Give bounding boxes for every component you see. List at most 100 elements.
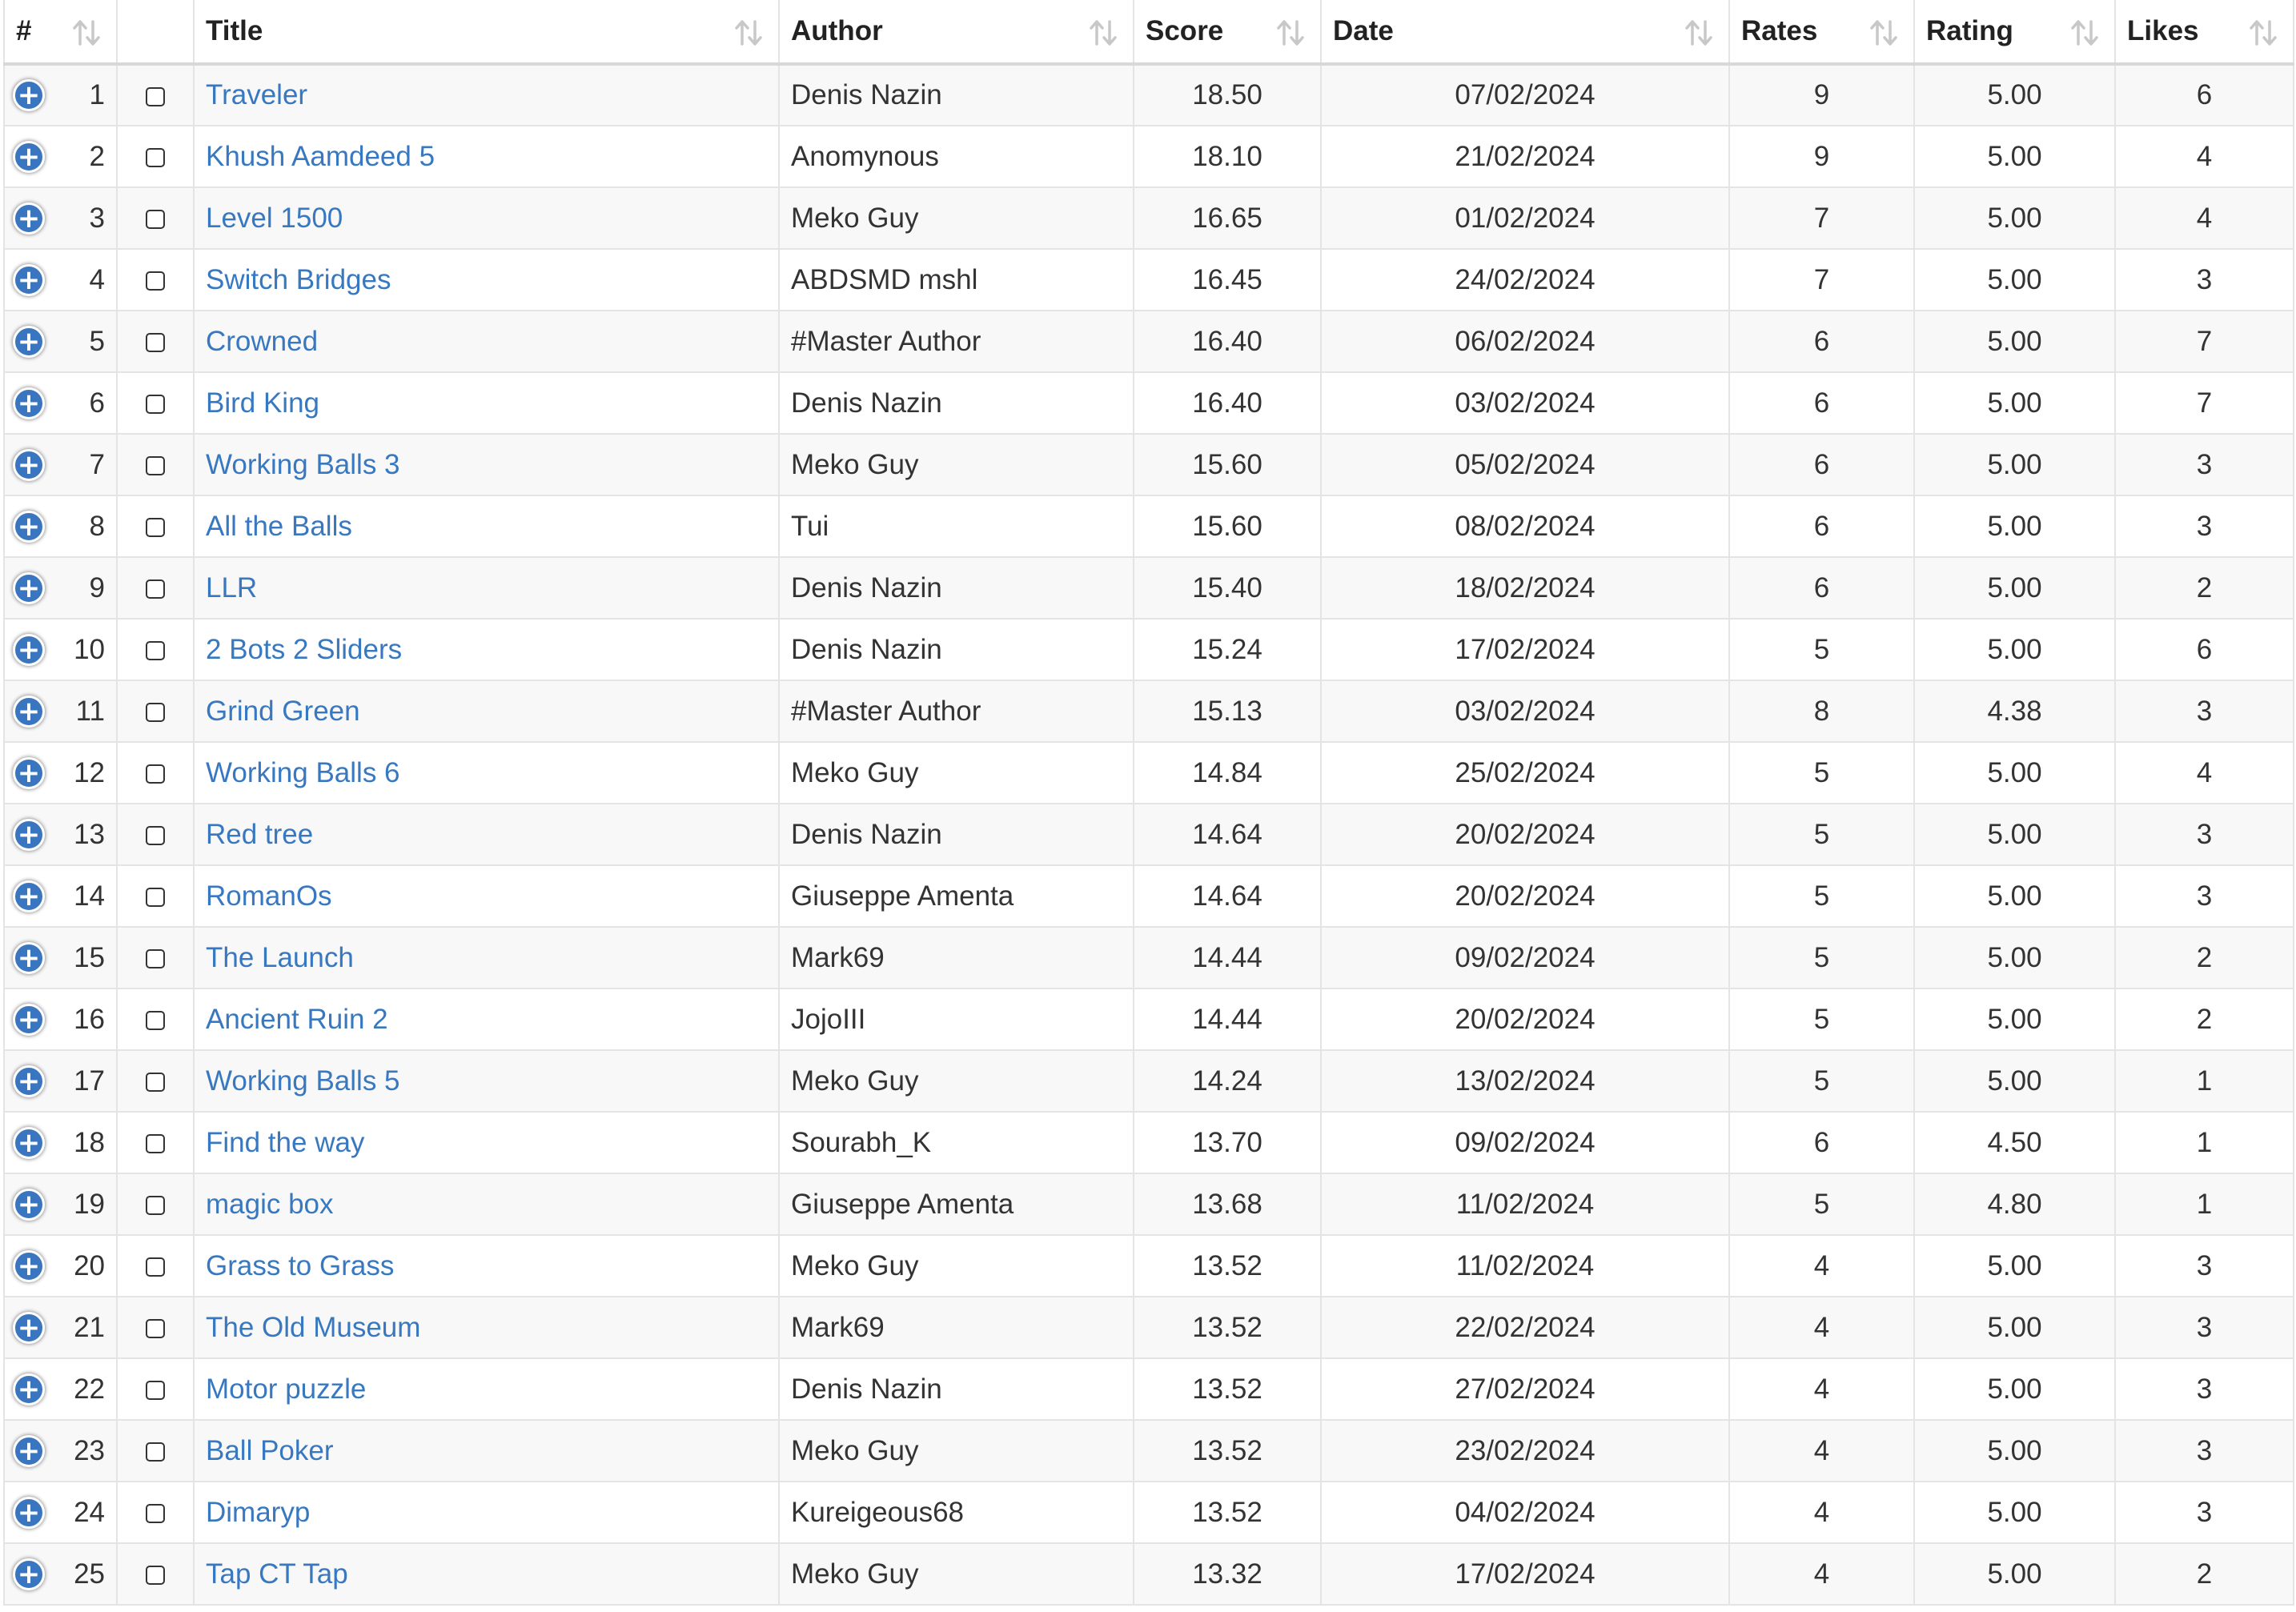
plus-circle-icon[interactable]: +: [13, 1496, 45, 1529]
table-row[interactable]: + 24 Dimaryp Kureigeous68 13.52 04/02/20…: [3, 1481, 2294, 1544]
table-row[interactable]: + 22 Motor puzzle Denis Nazin 13.52 27/0…: [3, 1357, 2294, 1421]
plus-circle-icon[interactable]: +: [13, 140, 45, 173]
table-row[interactable]: + 7 Working Balls 3 Meko Guy 15.60 05/02…: [3, 433, 2294, 496]
level-title-link[interactable]: Working Balls 3: [206, 449, 400, 480]
plus-circle-icon[interactable]: +: [13, 79, 45, 111]
table-row[interactable]: + 18 Find the way Sourabh_K 13.70 09/02/…: [3, 1111, 2294, 1174]
plus-circle-icon[interactable]: +: [13, 448, 45, 481]
row-checkbox[interactable]: [146, 949, 165, 969]
plus-circle-icon[interactable]: +: [13, 325, 45, 358]
row-checkbox[interactable]: [146, 333, 165, 353]
row-checkbox[interactable]: [146, 1011, 165, 1031]
table-row[interactable]: + 25 Tap CT Tap Meko Guy 13.32 17/02/202…: [3, 1542, 2294, 1606]
table-row[interactable]: + 15 The Launch Mark69 14.44 09/02/2024 …: [3, 926, 2294, 989]
column-header-rates[interactable]: Rates: [1728, 0, 1915, 66]
level-title-link[interactable]: Ancient Ruin 2: [206, 1004, 388, 1035]
row-checkbox[interactable]: [146, 518, 165, 538]
table-row[interactable]: + 10 2 Bots 2 Sliders Denis Nazin 15.24 …: [3, 618, 2294, 681]
row-checkbox[interactable]: [146, 210, 165, 230]
table-row[interactable]: + 4 Switch Bridges ABDSMD mshl 16.45 24/…: [3, 248, 2294, 311]
column-header-author[interactable]: Author: [778, 0, 1134, 66]
row-checkbox[interactable]: [146, 641, 165, 661]
plus-circle-icon[interactable]: +: [13, 1003, 45, 1036]
plus-circle-icon[interactable]: +: [13, 756, 45, 789]
plus-circle-icon[interactable]: +: [13, 818, 45, 851]
table-row[interactable]: + 12 Working Balls 6 Meko Guy 14.84 25/0…: [3, 741, 2294, 804]
level-title-link[interactable]: Bird King: [206, 387, 319, 419]
column-header-title[interactable]: Title: [193, 0, 780, 66]
plus-circle-icon[interactable]: +: [13, 880, 45, 912]
column-header-likes[interactable]: Likes: [2114, 0, 2294, 66]
plus-circle-icon[interactable]: +: [13, 1065, 45, 1097]
plus-circle-icon[interactable]: +: [13, 1373, 45, 1405]
plus-circle-icon[interactable]: +: [13, 695, 45, 728]
level-title-link[interactable]: Switch Bridges: [206, 264, 391, 295]
level-title-link[interactable]: magic box: [206, 1189, 334, 1220]
sort-arrows-icon[interactable]: [71, 18, 102, 48]
level-title-link[interactable]: Working Balls 6: [206, 757, 400, 788]
plus-circle-icon[interactable]: +: [13, 263, 45, 296]
row-checkbox[interactable]: [146, 1073, 165, 1093]
plus-circle-icon[interactable]: +: [13, 1311, 45, 1344]
level-title-link[interactable]: Grass to Grass: [206, 1250, 394, 1281]
level-title-link[interactable]: LLR: [206, 572, 257, 603]
plus-circle-icon[interactable]: +: [13, 1249, 45, 1282]
plus-circle-icon[interactable]: +: [13, 941, 45, 974]
row-checkbox[interactable]: [146, 703, 165, 723]
table-row[interactable]: + 2 Khush Aamdeed 5 Anomynous 18.10 21/0…: [3, 125, 2294, 188]
row-checkbox[interactable]: [146, 1196, 165, 1216]
plus-circle-icon[interactable]: +: [13, 510, 45, 543]
column-header-rating[interactable]: Rating: [1913, 0, 2116, 66]
table-row[interactable]: + 6 Bird King Denis Nazin 16.40 03/02/20…: [3, 371, 2294, 435]
table-row[interactable]: + 17 Working Balls 5 Meko Guy 14.24 13/0…: [3, 1049, 2294, 1113]
level-title-link[interactable]: Ball Poker: [206, 1435, 334, 1466]
table-row[interactable]: + 23 Ball Poker Meko Guy 13.52 23/02/202…: [3, 1419, 2294, 1482]
sort-arrows-icon[interactable]: [1088, 18, 1118, 48]
row-checkbox[interactable]: [146, 1566, 165, 1586]
row-checkbox[interactable]: [146, 579, 165, 599]
level-title-link[interactable]: Khush Aamdeed 5: [206, 141, 435, 172]
level-title-link[interactable]: Crowned: [206, 326, 318, 357]
sort-arrows-icon[interactable]: [2248, 18, 2278, 48]
column-header-date[interactable]: Date: [1320, 0, 1730, 66]
level-title-link[interactable]: The Launch: [206, 942, 354, 973]
row-checkbox[interactable]: [146, 1442, 165, 1462]
level-title-link[interactable]: Find the way: [206, 1127, 364, 1158]
level-title-link[interactable]: Motor puzzle: [206, 1373, 366, 1405]
row-checkbox[interactable]: [146, 1319, 165, 1339]
table-row[interactable]: + 14 RomanOs Giuseppe Amenta 14.64 20/02…: [3, 864, 2294, 928]
row-checkbox[interactable]: [146, 148, 165, 168]
level-title-link[interactable]: Red tree: [206, 819, 313, 850]
level-title-link[interactable]: Working Balls 5: [206, 1065, 400, 1097]
row-checkbox[interactable]: [146, 1504, 165, 1524]
table-row[interactable]: + 9 LLR Denis Nazin 15.40 18/02/2024 6 5…: [3, 556, 2294, 620]
table-row[interactable]: + 16 Ancient Ruin 2 JojoIII 14.44 20/02/…: [3, 988, 2294, 1051]
plus-circle-icon[interactable]: +: [13, 387, 45, 419]
row-checkbox[interactable]: [146, 456, 165, 476]
level-title-link[interactable]: Dimaryp: [206, 1497, 310, 1528]
level-title-link[interactable]: Traveler: [206, 79, 307, 110]
level-title-link[interactable]: Grind Green: [206, 696, 360, 727]
table-row[interactable]: + 13 Red tree Denis Nazin 14.64 20/02/20…: [3, 803, 2294, 866]
column-header-score[interactable]: Score: [1133, 0, 1322, 66]
plus-circle-icon[interactable]: +: [13, 1126, 45, 1159]
plus-circle-icon[interactable]: +: [13, 633, 45, 666]
row-checkbox[interactable]: [146, 271, 165, 291]
row-checkbox[interactable]: [146, 764, 165, 784]
sort-arrows-icon[interactable]: [1684, 18, 1714, 48]
sort-arrows-icon[interactable]: [1869, 18, 1899, 48]
table-row[interactable]: + 11 Grind Green #Master Author 15.13 03…: [3, 680, 2294, 743]
row-checkbox[interactable]: [146, 1257, 165, 1277]
plus-circle-icon[interactable]: +: [13, 1434, 45, 1467]
table-row[interactable]: + 5 Crowned #Master Author 16.40 06/02/2…: [3, 310, 2294, 373]
sort-arrows-icon[interactable]: [1275, 18, 1306, 48]
level-title-link[interactable]: Level 1500: [206, 203, 343, 234]
plus-circle-icon[interactable]: +: [13, 1188, 45, 1221]
level-title-link[interactable]: Tap CT Tap: [206, 1558, 348, 1590]
level-title-link[interactable]: The Old Museum: [206, 1312, 420, 1343]
level-title-link[interactable]: RomanOs: [206, 880, 332, 912]
table-row[interactable]: + 21 The Old Museum Mark69 13.52 22/02/2…: [3, 1296, 2294, 1359]
row-checkbox[interactable]: [146, 395, 165, 415]
row-checkbox[interactable]: [146, 86, 165, 106]
level-title-link[interactable]: All the Balls: [206, 511, 352, 542]
